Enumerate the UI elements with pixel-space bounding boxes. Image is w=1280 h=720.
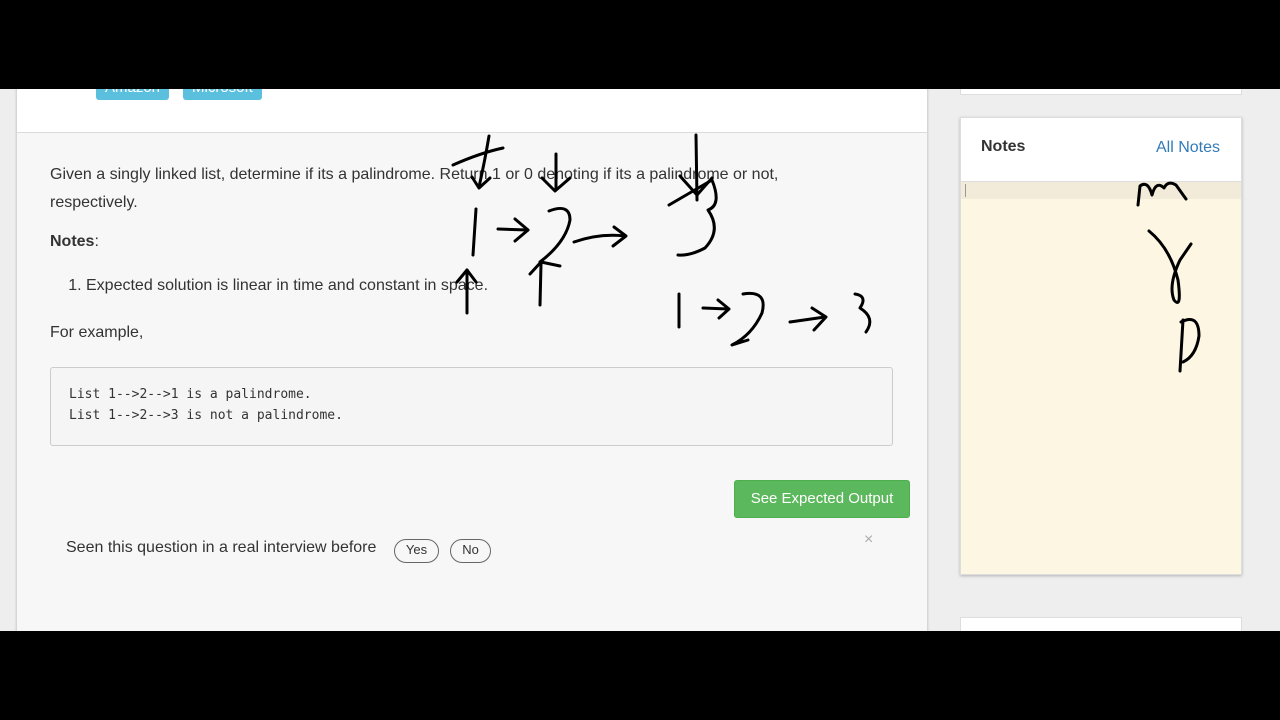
notes-panel: Notes All Notes <box>960 117 1242 575</box>
sidebar-bottom-card <box>960 617 1242 631</box>
problem-description: Given a singly linked list, determine if… <box>50 166 779 211</box>
yes-button[interactable]: Yes <box>394 539 439 563</box>
problem-card: Amazon Microsoft Given a singly linked l… <box>16 89 928 631</box>
sidebar-top-card <box>960 89 1242 95</box>
notes-list-item: Expected solution is linear in time and … <box>86 277 488 295</box>
see-expected-output-button[interactable]: See Expected Output <box>734 480 910 518</box>
page-viewport: Amazon Microsoft Given a singly linked l… <box>0 89 1280 631</box>
notes-heading: Notes: <box>50 233 99 250</box>
problem-header: Amazon Microsoft <box>17 89 927 133</box>
company-tag-amazon[interactable]: Amazon <box>96 89 170 100</box>
notes-textarea[interactable] <box>961 182 1241 574</box>
example-label: For example, <box>50 324 144 341</box>
code-line: List 1-->2-->3 is not a palindrome. <box>69 408 343 423</box>
interview-question-prompt: Seen this question in a real interview b… <box>66 539 377 556</box>
no-button[interactable]: No <box>450 539 491 563</box>
close-icon[interactable]: × <box>864 531 873 549</box>
notes-panel-header: Notes All Notes <box>961 118 1241 182</box>
notes-heading-label: Notes <box>50 233 95 250</box>
example-code-block: List 1-->2-->1 is a palindrome. List 1--… <box>50 367 893 446</box>
company-tag-microsoft[interactable]: Microsoft <box>183 89 262 100</box>
notes-list: Expected solution is linear in time and … <box>50 277 488 295</box>
notes-panel-title: Notes <box>981 138 1026 155</box>
notes-active-line <box>961 182 1241 199</box>
code-line: List 1-->2-->1 is a palindrome. <box>69 387 312 402</box>
all-notes-link[interactable]: All Notes <box>1156 139 1220 157</box>
text-caret-icon <box>965 184 966 197</box>
